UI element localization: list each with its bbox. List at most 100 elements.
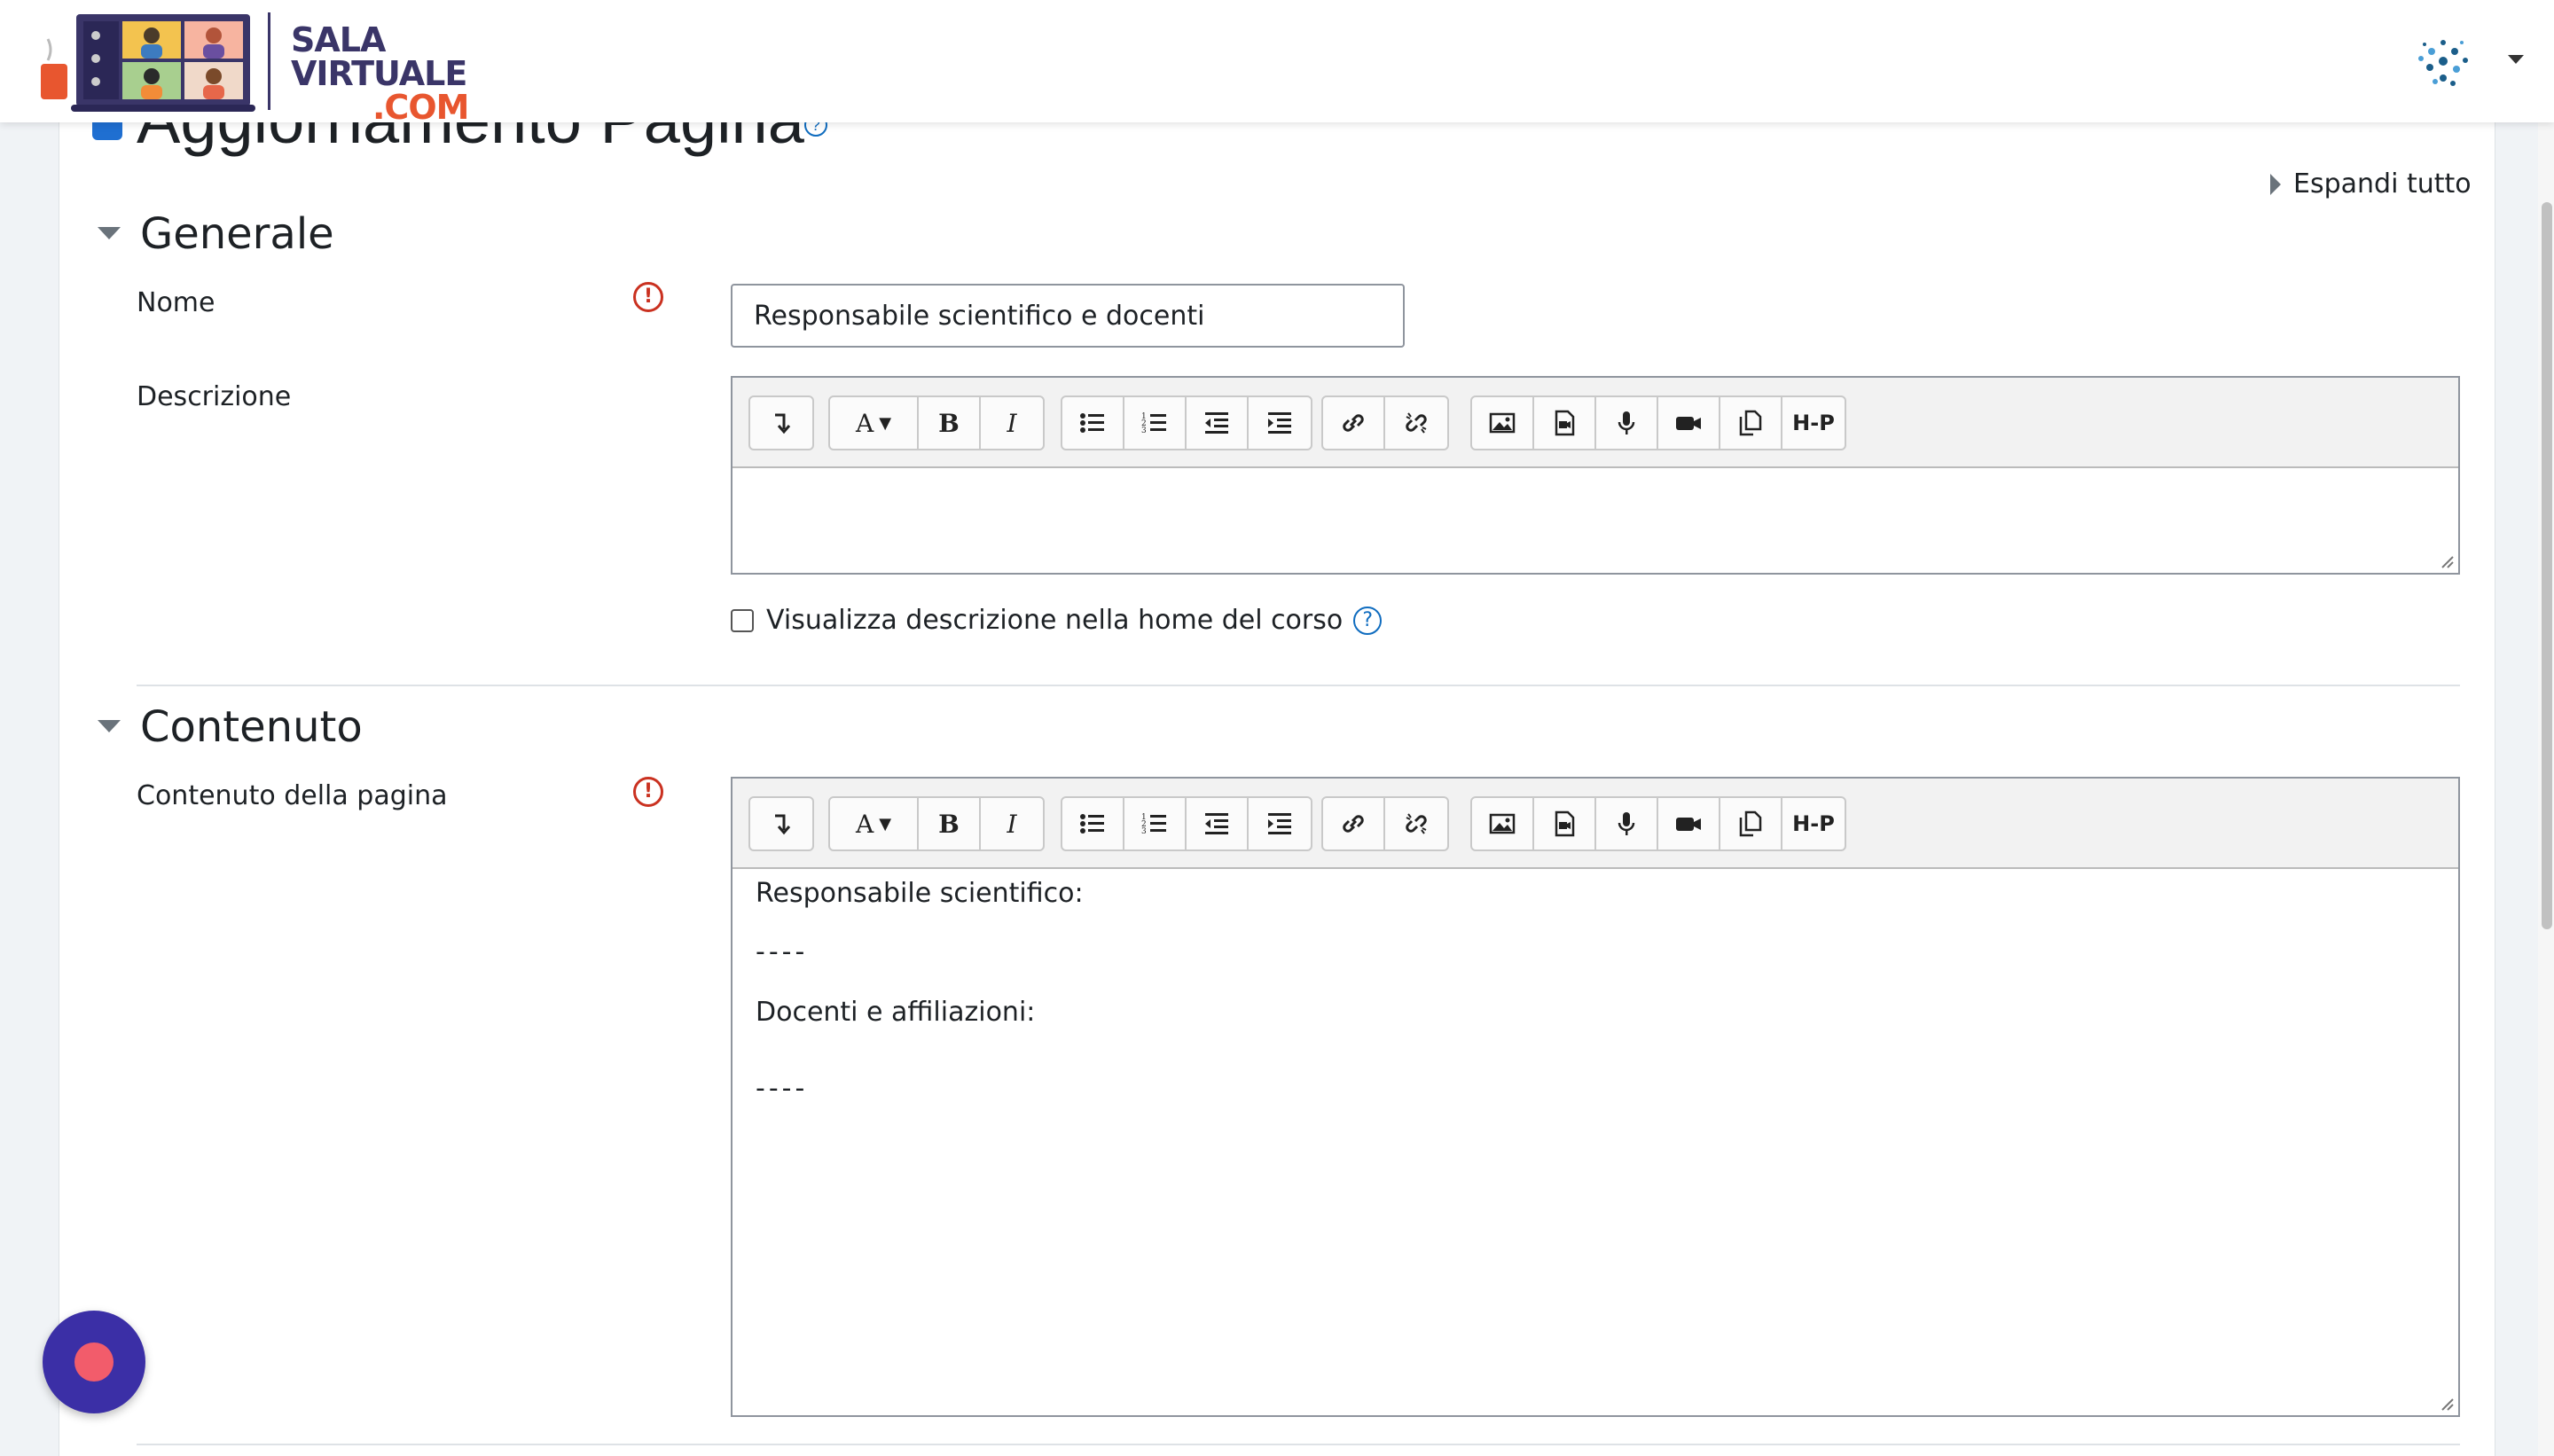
top-navbar: SALA VIRTUALE .COM (0, 0, 2554, 124)
media-icon (1555, 810, 1575, 837)
microphone-icon (1618, 812, 1635, 835)
h5p-button[interactable]: H-P (1782, 397, 1845, 449)
record-audio-button[interactable] (1596, 397, 1658, 449)
toolbar-group-style: A ▼ B I (828, 796, 1045, 851)
link-icon (1343, 815, 1364, 833)
svg-text:3: 3 (1141, 427, 1147, 435)
required-icon: ! (633, 777, 663, 807)
logo-line-1: SALA (291, 20, 386, 59)
record-dot-icon (74, 1342, 114, 1382)
section-generale-toggle[interactable]: Generale (98, 209, 334, 259)
toolbar-group-lists: 123 (1061, 796, 1312, 851)
indent-icon (1268, 813, 1291, 834)
section-divider (137, 685, 2460, 686)
section-divider (137, 1444, 2460, 1445)
unlink-icon (1406, 412, 1427, 434)
outdent-button[interactable] (1187, 798, 1249, 849)
font-style-caret-icon: ▼ (879, 814, 892, 834)
h5p-icon: H-P (1792, 411, 1835, 435)
manage-files-button[interactable] (1720, 798, 1782, 849)
toolbar-group-media: H-P (1470, 395, 1846, 450)
show-description-checkbox[interactable] (731, 608, 754, 632)
section-contenuto-title: Contenuto (140, 702, 363, 752)
italic-button[interactable]: I (981, 397, 1043, 449)
unlink-button[interactable] (1385, 798, 1447, 849)
content-line-docenti: Docenti e affiliazioni: (756, 997, 1036, 1028)
indent-icon (1268, 412, 1291, 434)
user-menu-caret-icon[interactable] (2508, 55, 2524, 64)
toolbar-group-collapse (748, 395, 814, 450)
outdent-button[interactable] (1187, 397, 1249, 449)
bold-button[interactable]: B (919, 397, 981, 449)
ordered-list-button[interactable]: 123 (1124, 798, 1187, 849)
page-scrollbar[interactable] (2538, 122, 2554, 1456)
scrollbar-thumb[interactable] (2542, 202, 2552, 929)
collapse-toolbar-button[interactable] (750, 397, 812, 449)
contenuto-pagina-label: Contenuto della pagina (137, 780, 448, 811)
resize-grip-icon[interactable] (2439, 1396, 2455, 1412)
link-button[interactable] (1323, 397, 1385, 449)
font-style-icon: A (855, 408, 874, 438)
descrizione-editor-area[interactable] (733, 468, 2458, 573)
font-style-button[interactable]: A ▼ (830, 798, 919, 849)
editor-toolbar: A ▼ B I 123 H-P (733, 779, 2458, 869)
image-button[interactable] (1472, 798, 1534, 849)
toolbar-group-links (1321, 796, 1449, 851)
resize-grip-icon[interactable] (2439, 553, 2455, 569)
media-icon (1555, 410, 1575, 436)
expand-all-link[interactable]: Espandi tutto (2270, 168, 2472, 200)
record-video-button[interactable] (1658, 798, 1720, 849)
font-style-button[interactable]: A ▼ (830, 397, 919, 449)
image-icon (1489, 412, 1516, 434)
logo-wordmark: SALA VIRTUALE .COM (291, 20, 469, 124)
nome-input[interactable] (731, 284, 1405, 348)
logo-line-2: VIRTUALE (291, 54, 467, 93)
show-description-label[interactable]: Visualizza descrizione nella home del co… (766, 605, 1343, 636)
indent-button[interactable] (1249, 798, 1311, 849)
unordered-list-icon (1080, 814, 1104, 834)
media-button[interactable] (1534, 397, 1596, 449)
nome-label: Nome (137, 287, 215, 318)
link-icon (1343, 414, 1364, 432)
descrizione-editor[interactable]: A ▼ B I 123 H-P (731, 376, 2460, 575)
microphone-icon (1618, 411, 1635, 434)
toolbar-group-media: H-P (1470, 796, 1846, 851)
toolbar-group-links (1321, 395, 1449, 450)
collapse-toolbar-button[interactable] (750, 798, 812, 849)
floating-action-button[interactable] (43, 1311, 145, 1413)
indent-button[interactable] (1249, 397, 1311, 449)
media-button[interactable] (1534, 798, 1596, 849)
unordered-list-button[interactable] (1062, 798, 1124, 849)
bold-icon: B (938, 809, 960, 839)
contenuto-editor-area[interactable]: Responsabile scientifico: ---- Docenti e… (733, 869, 2458, 1415)
record-video-button[interactable] (1658, 397, 1720, 449)
unordered-list-button[interactable] (1062, 397, 1124, 449)
h5p-button[interactable]: H-P (1782, 798, 1845, 849)
show-description-help-icon[interactable]: ? (1353, 606, 1383, 635)
collapse-toolbar-icon (775, 814, 791, 835)
ordered-list-button[interactable]: 123 (1124, 397, 1187, 449)
manage-files-icon (1739, 810, 1762, 837)
manage-files-button[interactable] (1720, 397, 1782, 449)
video-icon (1676, 818, 1701, 831)
user-avatar[interactable] (2414, 32, 2472, 90)
collapse-toolbar-icon (775, 413, 791, 434)
contenuto-editor[interactable]: A ▼ B I 123 H-P Responsabile scientifico… (731, 777, 2460, 1417)
descrizione-label: Descrizione (137, 381, 292, 412)
italic-button[interactable]: I (981, 798, 1043, 849)
section-contenuto-toggle[interactable]: Contenuto (98, 702, 363, 752)
expand-all-label: Espandi tutto (2293, 168, 2472, 200)
outdent-icon (1205, 412, 1228, 434)
unlink-button[interactable] (1385, 397, 1447, 449)
content-line-separator: ---- (756, 936, 809, 967)
record-audio-button[interactable] (1596, 798, 1658, 849)
link-button[interactable] (1323, 798, 1385, 849)
image-button[interactable] (1472, 397, 1534, 449)
bold-button[interactable]: B (919, 798, 981, 849)
site-logo[interactable]: SALA VIRTUALE .COM (30, 9, 469, 124)
bold-icon: B (938, 408, 960, 438)
video-icon (1676, 417, 1701, 430)
ordered-list-icon: 123 (1141, 813, 1166, 836)
unordered-list-icon (1080, 413, 1104, 433)
expand-triangle-icon (2270, 174, 2281, 195)
